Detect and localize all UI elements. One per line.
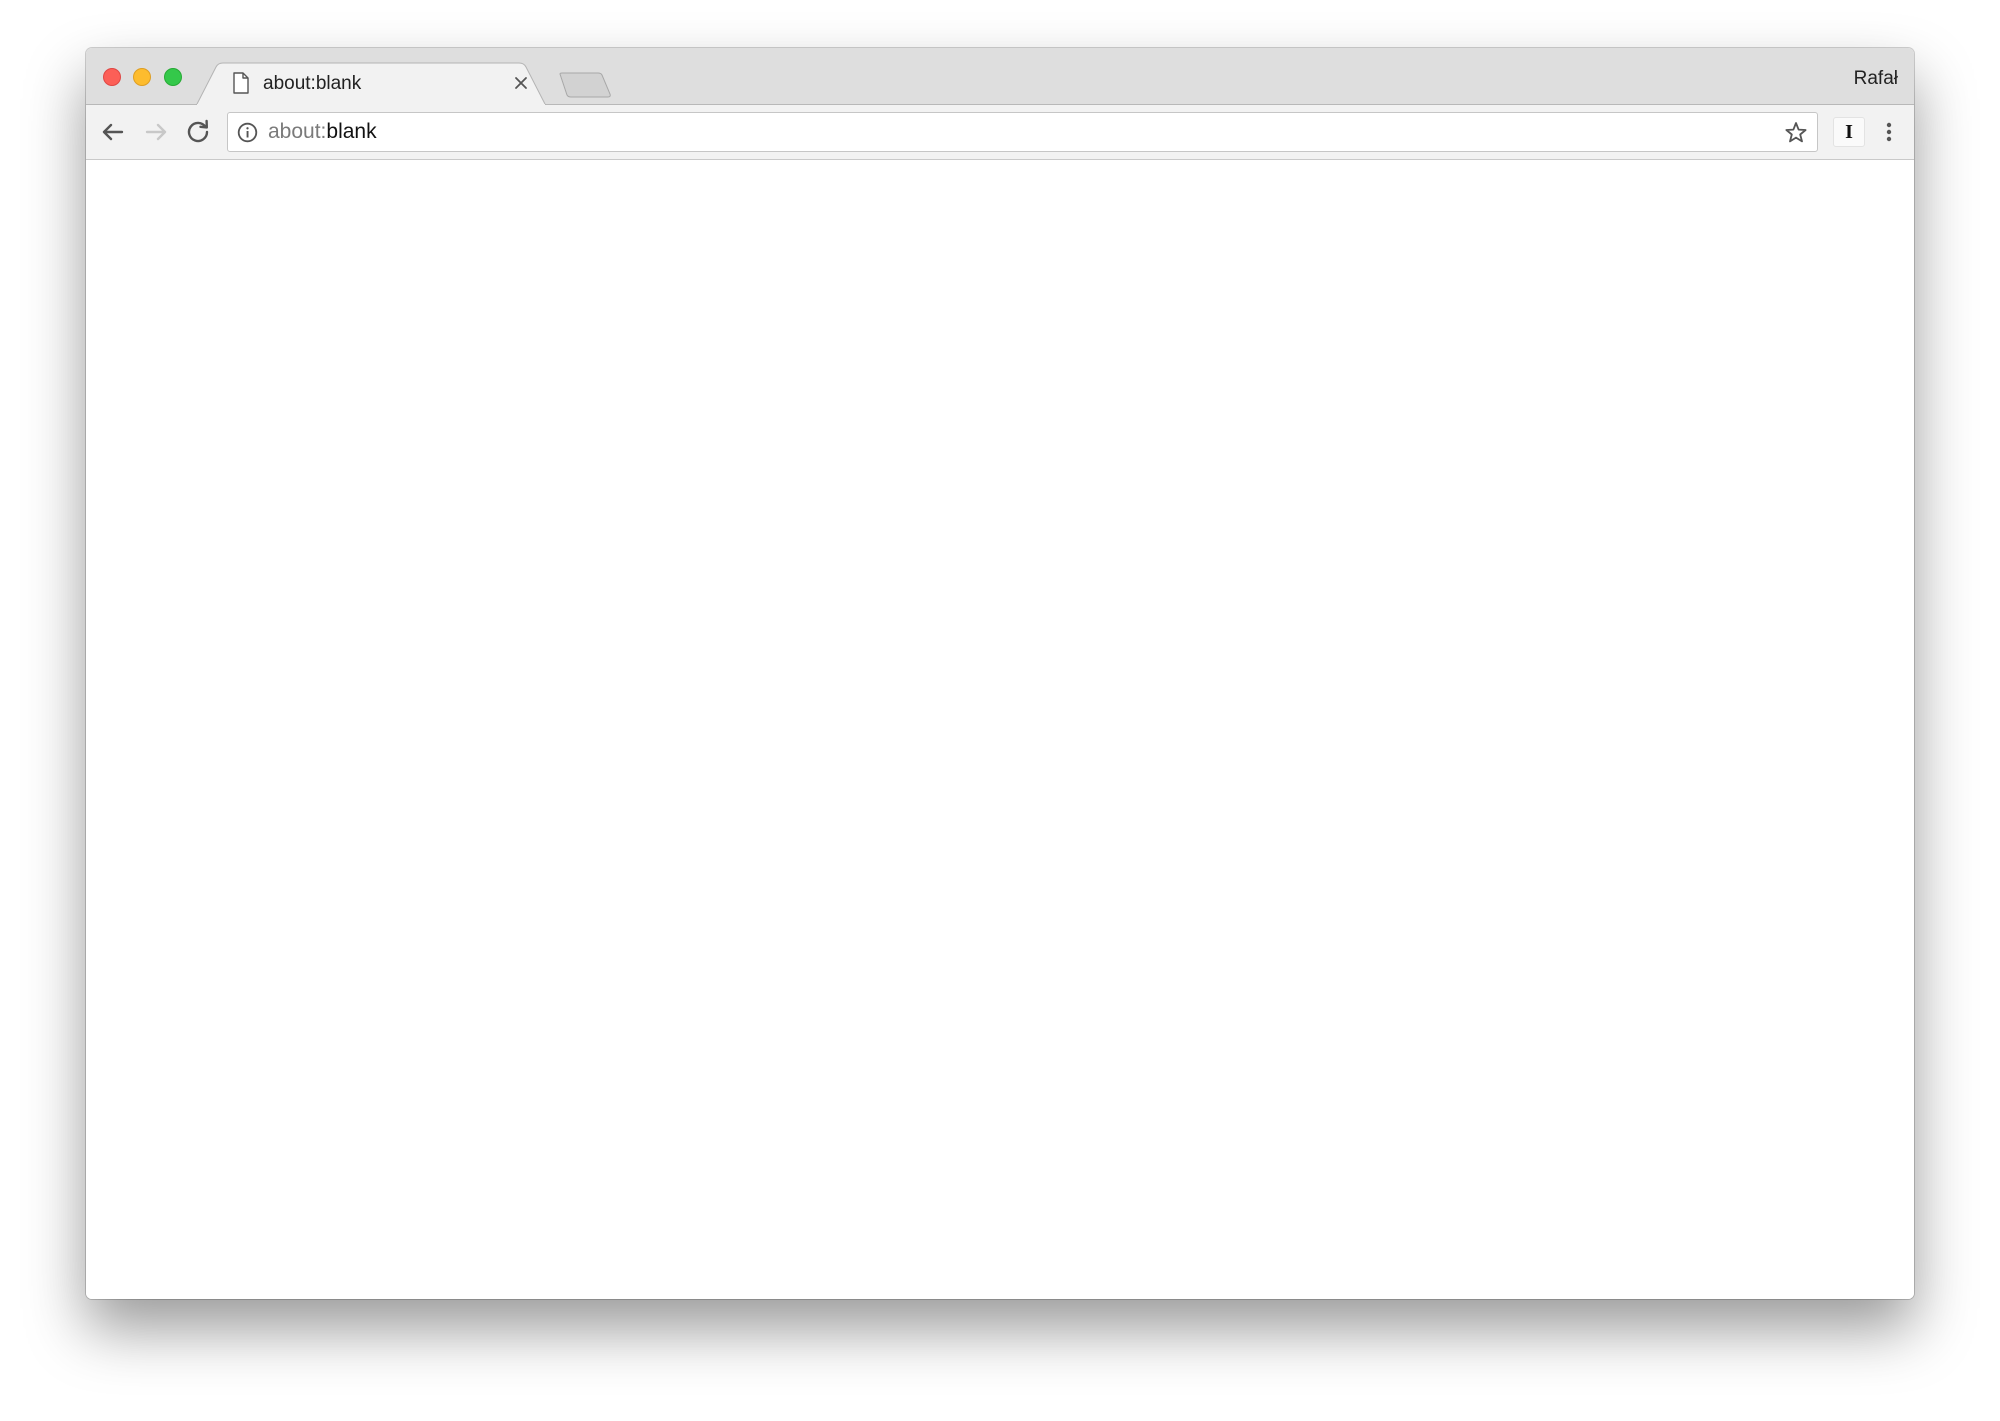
browser-window: about:blank Rafał about:blank I xyxy=(86,48,1914,1299)
url-scheme: about: xyxy=(268,120,327,143)
window-close-button[interactable] xyxy=(103,68,121,86)
reload-button[interactable] xyxy=(183,117,213,147)
arrow-right-icon xyxy=(145,123,167,141)
new-tab-button[interactable] xyxy=(559,72,611,98)
info-icon[interactable] xyxy=(237,122,258,143)
back-button[interactable] xyxy=(98,117,128,147)
forward-button[interactable] xyxy=(141,117,171,147)
extension-button[interactable]: I xyxy=(1833,117,1865,147)
url-text[interactable]: about:blank xyxy=(268,120,377,144)
profile-name[interactable]: Rafał xyxy=(1854,68,1898,90)
tab-active[interactable]: about:blank xyxy=(196,62,546,106)
toolbar: about:blank I xyxy=(86,105,1914,160)
page-content xyxy=(86,160,1914,1299)
address-bar[interactable]: about:blank xyxy=(227,112,1818,152)
close-icon[interactable] xyxy=(512,74,530,92)
tab-title: about:blank xyxy=(263,73,362,94)
reload-icon xyxy=(187,119,209,143)
three-dots-vertical-icon[interactable] xyxy=(1877,117,1901,147)
star-icon[interactable] xyxy=(1783,120,1809,146)
window-minimize-button[interactable] xyxy=(133,68,151,86)
arrow-left-icon xyxy=(102,123,124,141)
page-icon xyxy=(232,72,250,94)
window-zoom-button[interactable] xyxy=(164,68,182,86)
title-bar: about:blank Rafał xyxy=(86,48,1914,106)
url-path: blank xyxy=(326,120,377,143)
